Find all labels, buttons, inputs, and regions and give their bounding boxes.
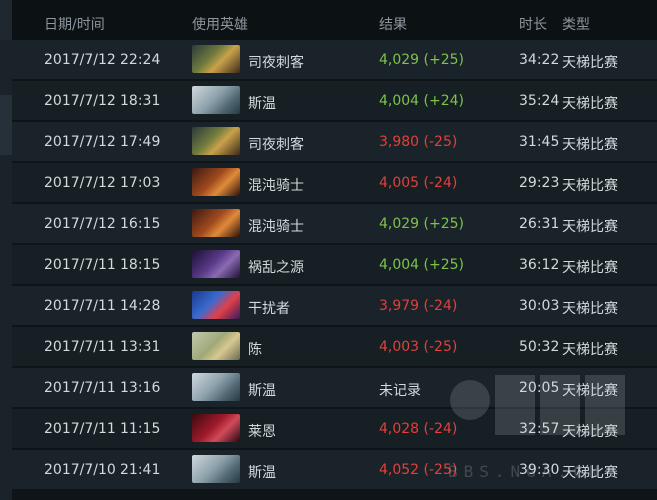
match-result: 4,003 (-25) bbox=[379, 339, 458, 355]
match-duration: 50:32 bbox=[519, 339, 560, 355]
match-time: 18:31 bbox=[120, 93, 161, 109]
match-type: 天梯比赛 bbox=[562, 178, 618, 194]
match-type: 天梯比赛 bbox=[562, 342, 618, 358]
match-row[interactable]: 2017/7/12 16:15 混沌骑士 4,029 (+25) 26:31 天… bbox=[12, 204, 657, 243]
hero-portrait-icon bbox=[192, 332, 240, 360]
match-row[interactable]: 2017/7/11 14:28 干扰者 3,979 (-24) 30:03 天梯… bbox=[12, 286, 657, 325]
header-result: 结果 bbox=[379, 17, 407, 33]
match-type: 天梯比赛 bbox=[562, 137, 618, 153]
match-duration: 30:03 bbox=[519, 298, 560, 314]
match-time: 18:15 bbox=[120, 257, 161, 273]
hero-name: 斯温 bbox=[248, 96, 276, 112]
match-result: 3,980 (-25) bbox=[379, 134, 458, 150]
hero-portrait-icon bbox=[192, 127, 240, 155]
match-row[interactable]: 2017/7/12 17:49 司夜刺客 3,980 (-25) 31:45 天… bbox=[12, 122, 657, 161]
hero-name: 斯温 bbox=[248, 465, 276, 481]
match-duration: 35:24 bbox=[519, 93, 560, 109]
match-result: 4,029 (+25) bbox=[379, 216, 464, 232]
hero-name: 莱恩 bbox=[248, 424, 276, 440]
match-result: 4,005 (-24) bbox=[379, 175, 458, 191]
match-result: 4,004 (+24) bbox=[379, 93, 464, 109]
table-header: 日期/时间 使用英雄 结果 时长 类型 bbox=[12, 0, 657, 40]
match-row[interactable]: 2017/7/11 11:15 莱恩 4,028 (-24) 32:57 天梯比… bbox=[12, 409, 657, 448]
hero-name: 混沌骑士 bbox=[248, 178, 304, 194]
match-duration: 32:57 bbox=[519, 421, 560, 437]
match-type: 天梯比赛 bbox=[562, 219, 618, 235]
match-type: 天梯比赛 bbox=[562, 96, 618, 112]
match-time: 16:15 bbox=[120, 216, 161, 232]
header-date-time: 日期/时间 bbox=[44, 17, 105, 33]
match-history-list: 2017/7/12 22:24 司夜刺客 4,029 (+25) 34:22 天… bbox=[12, 40, 657, 491]
match-row[interactable]: 2017/7/11 13:16 斯温 未记录 20:05 天梯比赛 bbox=[12, 368, 657, 407]
hero-portrait-icon bbox=[192, 168, 240, 196]
match-duration: 29:23 bbox=[519, 175, 560, 191]
match-time: 17:03 bbox=[120, 175, 161, 191]
hero-name: 陈 bbox=[248, 342, 262, 358]
match-type: 天梯比赛 bbox=[562, 260, 618, 276]
match-date: 2017/7/11 bbox=[44, 339, 116, 355]
match-result: 4,052 (-25) bbox=[379, 462, 458, 478]
match-time: 13:31 bbox=[120, 339, 161, 355]
match-time: 14:28 bbox=[120, 298, 161, 314]
nga-watermark-url: BBS.NGA.CN bbox=[448, 462, 605, 481]
match-duration: 31:45 bbox=[519, 134, 560, 150]
hero-portrait-icon bbox=[192, 291, 240, 319]
hero-portrait-icon bbox=[192, 250, 240, 278]
hero-portrait-icon bbox=[192, 209, 240, 237]
match-result: 3,979 (-24) bbox=[379, 298, 458, 314]
match-time: 13:16 bbox=[120, 380, 161, 396]
match-date: 2017/7/11 bbox=[44, 380, 116, 396]
match-date: 2017/7/12 bbox=[44, 216, 116, 232]
match-time: 21:41 bbox=[120, 462, 161, 478]
match-date: 2017/7/11 bbox=[44, 421, 116, 437]
match-type: 天梯比赛 bbox=[562, 301, 618, 317]
match-result: 未记录 bbox=[379, 383, 421, 399]
match-date: 2017/7/10 bbox=[44, 462, 116, 478]
match-row[interactable]: 2017/7/12 17:03 混沌骑士 4,005 (-24) 29:23 天… bbox=[12, 163, 657, 202]
match-duration: 20:05 bbox=[519, 380, 560, 396]
match-result: 4,029 (+25) bbox=[379, 52, 464, 68]
hero-portrait-icon bbox=[192, 414, 240, 442]
match-duration: 36:12 bbox=[519, 257, 560, 273]
hero-name: 斯温 bbox=[248, 383, 276, 399]
match-date: 2017/7/12 bbox=[44, 175, 116, 191]
header-hero: 使用英雄 bbox=[192, 17, 248, 33]
match-row[interactable]: 2017/7/12 18:31 斯温 4,004 (+24) 35:24 天梯比… bbox=[12, 81, 657, 120]
match-date: 2017/7/11 bbox=[44, 257, 116, 273]
match-type: 天梯比赛 bbox=[562, 383, 618, 399]
match-date: 2017/7/11 bbox=[44, 298, 116, 314]
match-date: 2017/7/12 bbox=[44, 52, 116, 68]
hero-portrait-icon bbox=[192, 455, 240, 483]
hero-portrait-icon bbox=[192, 86, 240, 114]
match-time: 22:24 bbox=[120, 52, 161, 68]
match-duration: 26:31 bbox=[519, 216, 560, 232]
match-time: 17:49 bbox=[120, 134, 161, 150]
match-type: 天梯比赛 bbox=[562, 55, 618, 71]
match-type: 天梯比赛 bbox=[562, 424, 618, 440]
hero-portrait-icon bbox=[192, 373, 240, 401]
hero-name: 司夜刺客 bbox=[248, 137, 304, 153]
hero-name: 祸乱之源 bbox=[248, 260, 304, 276]
match-row[interactable]: 2017/7/12 22:24 司夜刺客 4,029 (+25) 34:22 天… bbox=[12, 40, 657, 79]
match-row[interactable]: 2017/7/11 13:31 陈 4,003 (-25) 50:32 天梯比赛 bbox=[12, 327, 657, 366]
hero-name: 干扰者 bbox=[248, 301, 290, 317]
match-result: 4,004 (+25) bbox=[379, 257, 464, 273]
header-duration: 时长 bbox=[519, 17, 547, 33]
match-date: 2017/7/12 bbox=[44, 93, 116, 109]
header-type: 类型 bbox=[562, 17, 590, 33]
match-date: 2017/7/12 bbox=[44, 134, 116, 150]
match-time: 11:15 bbox=[120, 421, 161, 437]
hero-name: 混沌骑士 bbox=[248, 219, 304, 235]
hero-name: 司夜刺客 bbox=[248, 55, 304, 71]
hero-portrait-icon bbox=[192, 45, 240, 73]
match-row[interactable]: 2017/7/11 18:15 祸乱之源 4,004 (+25) 36:12 天… bbox=[12, 245, 657, 284]
left-panel-edge bbox=[0, 0, 12, 500]
match-result: 4,028 (-24) bbox=[379, 421, 458, 437]
match-duration: 34:22 bbox=[519, 52, 560, 68]
